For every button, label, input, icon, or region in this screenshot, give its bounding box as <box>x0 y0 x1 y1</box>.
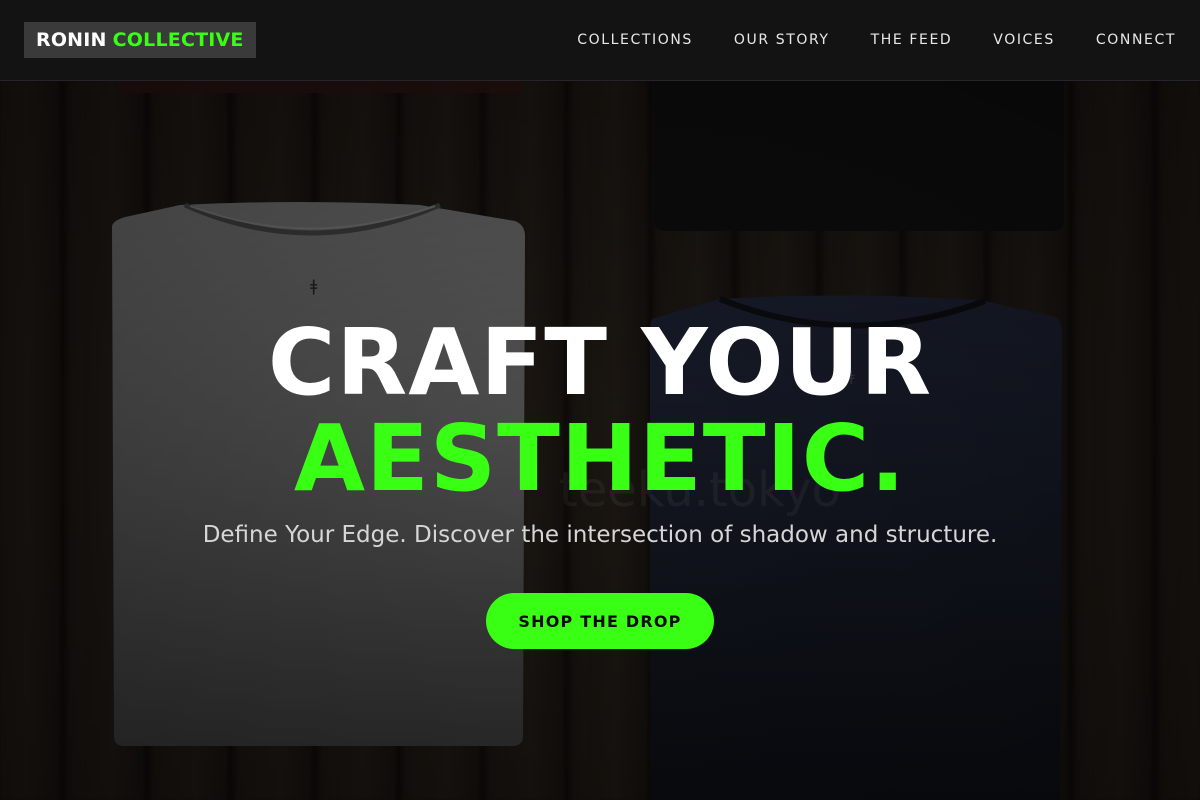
brand-logo[interactable]: RONIN COLLECTIVE <box>24 22 256 58</box>
nav-link-collections[interactable]: COLLECTIONS <box>577 32 693 48</box>
site-header: RONIN COLLECTIVE COLLECTIONS OUR STORY T… <box>0 0 1200 81</box>
hero-headline-line2: AESTHETIC. <box>293 405 907 512</box>
landing-page: RONIN COLLECTIVE COLLECTIONS OUR STORY T… <box>0 0 1200 800</box>
brand-name-part1: RONIN <box>36 29 107 51</box>
brand-name-part2: COLLECTIVE <box>112 29 244 51</box>
shop-the-drop-button[interactable]: SHOP THE DROP <box>486 593 714 649</box>
hero-headline-line1: CRAFT YOUR <box>267 309 933 416</box>
nav-link-the-feed[interactable]: THE FEED <box>871 32 953 48</box>
hero-subhead: Define Your Edge. Discover the intersect… <box>202 522 998 548</box>
nav-link-connect[interactable]: CONNECT <box>1096 32 1176 48</box>
nav-link-our-story[interactable]: OUR STORY <box>734 32 830 48</box>
main-nav: COLLECTIONS OUR STORY THE FEED VOICES CO… <box>577 0 1176 80</box>
nav-link-voices[interactable]: VOICES <box>993 32 1055 48</box>
